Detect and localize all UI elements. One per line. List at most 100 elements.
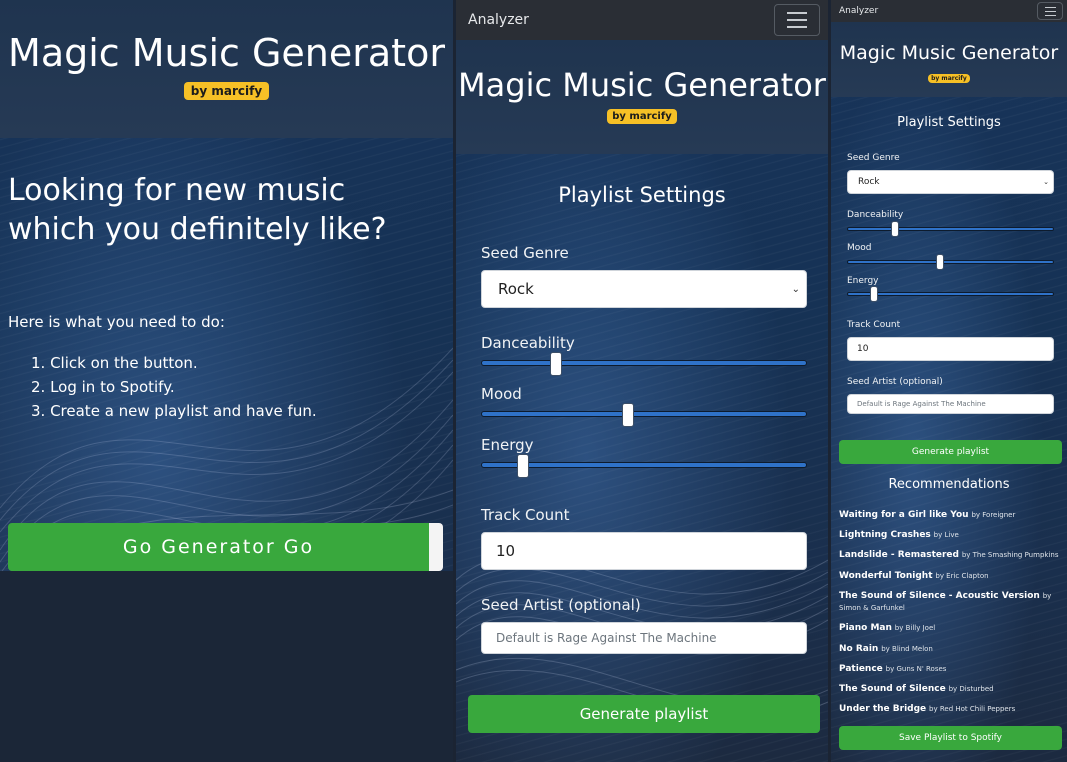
slider-thumb[interactable] <box>621 403 634 427</box>
recommendation-title: Lightning Crashes <box>839 530 931 541</box>
energy-slider[interactable] <box>481 454 807 478</box>
danceability-slider[interactable] <box>481 352 807 376</box>
generate-playlist-button[interactable]: Generate playlist <box>839 440 1062 464</box>
settings-panel-medium: Analyzer Magic Music Generator by marcif… <box>456 0 828 762</box>
seed-artist-label: Seed Artist (optional) <box>847 377 943 387</box>
recommendation-artist: by Live <box>933 531 959 540</box>
slider-thumb[interactable] <box>549 352 562 376</box>
hero-header: Magic Music Generator by marcify <box>456 40 828 154</box>
energy-slider[interactable] <box>847 286 1054 302</box>
danceability-slider[interactable] <box>847 221 1054 237</box>
recommendation-title: The Sound of Silence - Acoustic Version <box>839 590 1040 601</box>
page-title: Magic Music Generator <box>458 66 826 104</box>
track-count-input[interactable]: 10 <box>847 337 1054 361</box>
recommendation-item: The Sound of Silence by Disturbed <box>839 683 1063 695</box>
slider-track <box>847 227 1054 231</box>
recommendation-item: No Rain by Blind Melon <box>839 643 1063 655</box>
track-count-input[interactable]: 10 <box>481 532 807 570</box>
seed-artist-input[interactable]: Default is Rage Against The Machine <box>481 622 807 654</box>
save-to-spotify-button[interactable]: Save Playlist to Spotify <box>839 726 1062 750</box>
seed-genre-label: Seed Genre <box>481 244 569 262</box>
author-badge: by marcify <box>607 109 677 124</box>
generate-playlist-button[interactable]: Generate playlist <box>468 695 820 733</box>
seed-artist-input[interactable]: Default is Rage Against The Machine <box>847 394 1054 414</box>
step-item: 1. Click on the button. <box>31 354 198 372</box>
navbar-brand[interactable]: Analyzer <box>468 12 529 28</box>
page-title: Magic Music Generator <box>8 31 445 75</box>
recommendation-artist: by Billy Joel <box>894 624 936 633</box>
recommendation-artist: by Blind Melon <box>881 644 933 653</box>
recommendation-item: Landslide - Remastered by The Smashing P… <box>839 549 1063 561</box>
slider-thumb[interactable] <box>936 254 945 270</box>
hamburger-icon[interactable] <box>774 4 820 36</box>
danceability-label: Danceability <box>847 210 904 220</box>
go-generator-button[interactable]: Go Generator Go <box>8 523 443 571</box>
seed-genre-select[interactable]: Rock ⌄ <box>481 270 807 308</box>
energy-label: Energy <box>847 276 879 286</box>
recommendation-title: Landslide - Remastered <box>839 550 959 561</box>
navbar: Analyzer <box>456 0 828 40</box>
recommendation-artist: by Eric Clapton <box>935 571 989 580</box>
headline: Looking for new music which you definite… <box>8 173 387 247</box>
recommendation-artist: by Red Hot Chili Peppers <box>929 705 1016 714</box>
slider-track <box>481 360 807 366</box>
recommendation-item: Lightning Crashes by Live <box>839 529 1063 541</box>
recommendations-title: Recommendations <box>888 477 1010 492</box>
recommendation-item: Under the Bridge by Red Hot Chili Pepper… <box>839 703 1063 715</box>
navbar-brand[interactable]: Analyzer <box>839 6 878 16</box>
energy-label: Energy <box>481 436 534 454</box>
step-item: 3. Create a new playlist and have fun. <box>31 402 317 420</box>
mood-slider[interactable] <box>481 403 807 427</box>
slider-thumb[interactable] <box>890 221 899 237</box>
recommendation-artist: by Foreigner <box>971 511 1016 519</box>
mood-label: Mood <box>847 243 872 253</box>
footer-area <box>0 571 453 762</box>
seed-genre-value: Rock <box>858 177 880 187</box>
hamburger-icon[interactable] <box>1037 2 1063 20</box>
settings-title: Playlist Settings <box>558 183 726 207</box>
author-badge: by marcify <box>183 82 270 100</box>
seed-genre-value: Rock <box>498 280 534 298</box>
recommendation-title: Wonderful Tonight <box>839 570 933 581</box>
recommendation-item: Wonderful Tonight by Eric Clapton <box>839 570 1063 582</box>
recommendation-artist: by Disturbed <box>948 685 994 694</box>
recommendation-title: No Rain <box>839 643 879 654</box>
recommendations-list: Waiting for a Girl like You by Foreigner… <box>839 509 1063 723</box>
steps-list: 1. Click on the button. 2. Log in to Spo… <box>0 331 453 423</box>
landing-panel: Magic Music Generator by marcify Looking… <box>0 0 453 762</box>
chevron-down-icon: ⌄ <box>791 283 800 295</box>
slider-thumb[interactable] <box>869 286 878 302</box>
recommendation-title: The Sound of Silence <box>839 684 946 695</box>
slider-thumb[interactable] <box>517 454 530 478</box>
seed-artist-label: Seed Artist (optional) <box>481 596 641 614</box>
step-item: 2. Log in to Spotify. <box>31 378 175 396</box>
recommendation-artist: by The Smashing Pumpkins <box>961 551 1059 560</box>
intro-text: Here is what you need to do: <box>8 313 225 331</box>
settings-title: Playlist Settings <box>897 115 1001 130</box>
slider-track <box>847 260 1054 264</box>
recommendation-item: Piano Man by Billy Joel <box>839 622 1063 634</box>
slider-track <box>847 292 1054 296</box>
recommendation-title: Under the Bridge <box>839 704 927 715</box>
recommendation-title: Piano Man <box>839 623 892 634</box>
track-count-label: Track Count <box>481 506 570 524</box>
recommendation-artist: by Guns N' Roses <box>885 664 947 673</box>
author-badge: by marcify <box>928 74 970 83</box>
navbar: Analyzer <box>831 0 1067 22</box>
mood-slider[interactable] <box>847 254 1054 270</box>
slider-track <box>481 462 807 468</box>
seed-genre-label: Seed Genre <box>847 153 900 163</box>
recommendation-item: Waiting for a Girl like You by Foreigner <box>839 509 1063 521</box>
seed-genre-select[interactable]: Rock ⌄ <box>847 170 1054 194</box>
settings-panel-small: Analyzer Magic Music Generator by marcif… <box>831 0 1067 762</box>
track-count-label: Track Count <box>847 320 901 330</box>
mood-label: Mood <box>481 385 522 403</box>
chevron-down-icon: ⌄ <box>1043 178 1049 186</box>
hero-header: Magic Music Generator by marcify <box>831 22 1067 97</box>
recommendation-title: Patience <box>839 663 883 674</box>
recommendation-title: Waiting for a Girl like You <box>839 510 969 520</box>
page-title: Magic Music Generator <box>839 42 1059 64</box>
recommendation-item: Patience by Guns N' Roses <box>839 663 1063 675</box>
slider-track <box>481 411 807 417</box>
danceability-label: Danceability <box>481 334 575 352</box>
